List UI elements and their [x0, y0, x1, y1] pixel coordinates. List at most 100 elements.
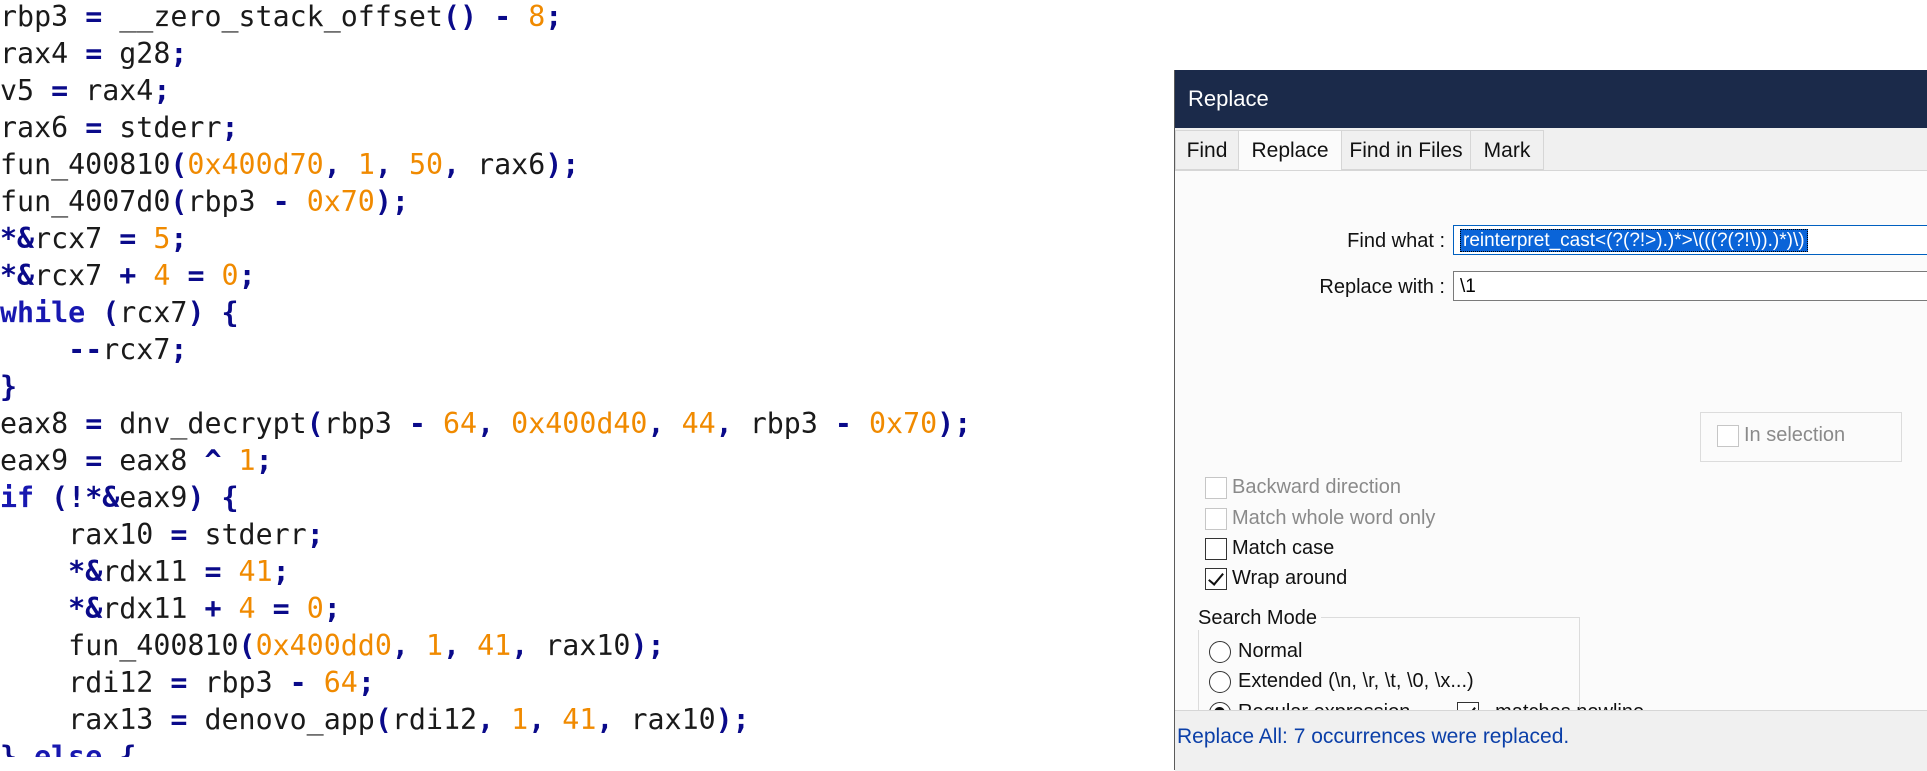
code-token: ; — [170, 222, 188, 255]
code-token: , — [647, 407, 665, 440]
code-token: rbp3 — [732, 407, 835, 440]
code-token: if — [0, 481, 35, 514]
code-token: while — [0, 296, 86, 329]
code-token: 64 — [443, 407, 478, 440]
code-token: 0x70 — [869, 407, 938, 440]
code-token: { — [119, 740, 137, 757]
code-token: rcx7 — [34, 259, 120, 292]
code-token: = — [85, 111, 103, 144]
extended-radio[interactable] — [1209, 671, 1231, 693]
code-line: fun_400810(0x400d70, 1, 50, rax6); — [0, 148, 1175, 185]
code-token: 5 — [153, 222, 171, 255]
match-case-checkbox[interactable] — [1205, 538, 1227, 560]
code-line: } — [0, 370, 1175, 407]
find-what-value: reinterpret_cast<(?(?!>).)*>\(((?(?!\)).… — [1460, 229, 1808, 252]
code-token: rcx7 — [102, 333, 171, 366]
code-line: eax8 = dnv_decrypt(rbp3 - 64, 0x400d40, … — [0, 407, 1175, 444]
search-mode-legend: Search Mode — [1198, 607, 1321, 630]
backward-direction-checkbox[interactable] — [1205, 477, 1227, 499]
code-token: 44 — [681, 407, 716, 440]
code-editor[interactable]: rbp3 = __zero_stack_offset() - 8; rax4 = … — [0, 0, 1175, 757]
match-whole-word-checkbox[interactable] — [1205, 508, 1227, 530]
code-token: - — [408, 407, 426, 440]
code-token: rdi12 — [391, 703, 478, 736]
code-token: 0x400dd0 — [255, 629, 392, 662]
code-token: + — [119, 259, 137, 292]
code-token: = — [170, 666, 188, 699]
code-token: { — [221, 481, 239, 514]
code-token: ; — [545, 0, 563, 33]
code-token: ( — [170, 148, 188, 181]
code-token: ; — [238, 259, 256, 292]
code-token: *& — [0, 222, 35, 255]
dialog-statusbar: Replace All: 7 occurrences were replaced… — [1175, 710, 1927, 771]
code-token: = — [170, 518, 188, 551]
backward-direction-label: Backward direction — [1232, 476, 1401, 498]
code-token: rcx7 — [34, 222, 120, 255]
code-token: ; — [153, 74, 171, 107]
code-token: ); — [715, 703, 750, 736]
code-line: v5 = rax4; — [0, 74, 1175, 111]
code-token: } — [0, 370, 18, 403]
code-token: g28 — [102, 37, 171, 70]
code-token: ) — [187, 481, 205, 514]
code-token: rcx7 — [119, 296, 188, 329]
code-token: ); — [374, 185, 409, 218]
dialog-title: Replace — [1188, 86, 1269, 111]
code-token: 1 — [425, 629, 444, 662]
code-token: 41 — [238, 555, 273, 588]
find-what-input[interactable]: reinterpret_cast<(?(?!>).)*>\(((?(?!\)).… — [1453, 225, 1927, 255]
code-token: ( — [102, 296, 120, 329]
code-token: + — [204, 592, 222, 625]
code-token: rdx11 — [102, 592, 205, 625]
code-token: } — [0, 740, 18, 757]
code-token: else — [34, 740, 103, 757]
code-token: __zero_stack_offset — [102, 0, 443, 33]
code-token: ; — [272, 555, 290, 588]
dialog-titlebar[interactable]: Replace — [1175, 70, 1927, 128]
in-selection-checkbox[interactable] — [1717, 425, 1739, 447]
code-token: 50 — [408, 148, 444, 181]
code-token: , — [477, 407, 495, 440]
code-token: 1 — [238, 444, 256, 477]
code-line: *&rdx11 = 41; — [0, 555, 1175, 592]
tab-find[interactable]: Find — [1175, 130, 1239, 170]
replace-tab-panel: Find what : reinterpret_cast<(?(?!>).)*>… — [1175, 170, 1927, 731]
code-token: 4 — [153, 259, 171, 292]
code-token: ; — [255, 444, 273, 477]
status-message: Replace All: 7 occurrences were replaced… — [1177, 725, 1570, 748]
code-token: rax4 — [68, 74, 154, 107]
code-token: ) — [187, 296, 205, 329]
code-token: rax10 — [613, 703, 716, 736]
tab-find-in-files[interactable]: Find in Files — [1341, 130, 1471, 170]
code-token: 4 — [238, 592, 256, 625]
code-token: rax4 — [0, 37, 86, 70]
code-token: , — [528, 703, 546, 736]
code-token: () — [442, 0, 478, 33]
wrap-around-checkbox[interactable] — [1205, 568, 1227, 590]
code-token: , — [391, 629, 409, 662]
replace-with-value: \1 — [1460, 276, 1476, 297]
code-token: *& — [68, 555, 103, 588]
replace-with-input[interactable]: \1 — [1453, 271, 1927, 301]
normal-radio[interactable] — [1209, 641, 1231, 663]
code-token: eax8 — [0, 407, 86, 440]
tab-replace[interactable]: Replace — [1238, 130, 1342, 172]
tab-mark[interactable]: Mark — [1470, 130, 1544, 170]
code-token: eax9 — [0, 444, 86, 477]
code-token: = — [204, 555, 222, 588]
code-token: = — [85, 407, 103, 440]
code-token: ); — [937, 407, 972, 440]
code-token: ; — [170, 333, 188, 366]
